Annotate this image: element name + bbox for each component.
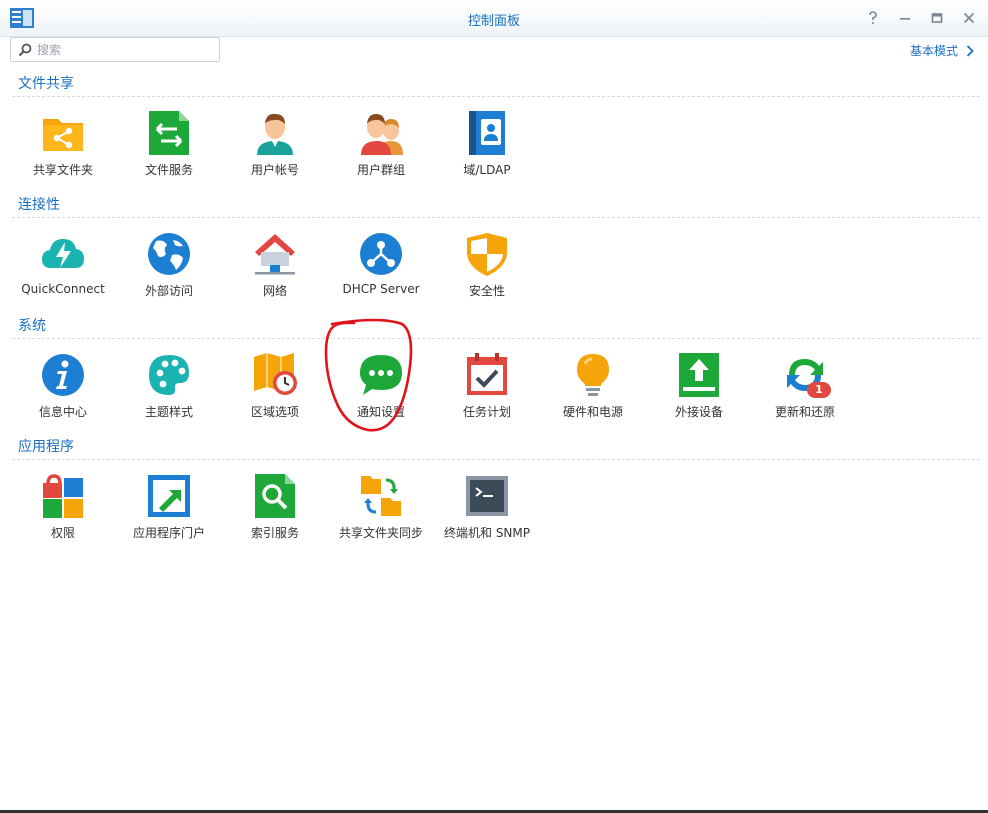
item-external-access[interactable]: 外部访问: [116, 232, 222, 324]
item-label: 用户帐号: [250, 163, 299, 177]
section-title-connectivity: 连接性: [18, 197, 60, 213]
folder-sync-icon: [361, 476, 401, 516]
item-label: 安全性: [468, 284, 505, 298]
user-group-icon: [361, 114, 403, 155]
section-divider: [12, 338, 980, 339]
window-titlebar: 控制面板: [0, 0, 988, 37]
item-quickconnect[interactable]: QuickConnect: [10, 232, 116, 324]
privileges-lock-icon: [43, 474, 83, 518]
item-file-services[interactable]: 文件服务: [116, 111, 222, 203]
user-icon: [257, 113, 293, 155]
item-info-center[interactable]: 信息中心: [10, 353, 116, 445]
dhcp-network-icon: [360, 233, 402, 275]
item-label: 用户群组: [356, 163, 405, 177]
item-label: 外部访问: [144, 284, 193, 298]
close-button[interactable]: [958, 8, 980, 28]
item-task-scheduler[interactable]: 任务计划: [434, 353, 540, 445]
item-label: 网络: [262, 284, 287, 298]
section-title-system: 系统: [18, 318, 46, 334]
shared-folder-icon: [43, 119, 83, 151]
basic-mode-link[interactable]: 基本模式: [910, 42, 974, 59]
update-count-badge: 1: [807, 382, 831, 398]
help-icon: [869, 11, 877, 24]
maximize-icon: [931, 13, 943, 23]
info-icon: [42, 354, 84, 396]
section-title-file-sharing: 文件共享: [18, 76, 74, 92]
search-document-icon: [255, 474, 295, 518]
search-box[interactable]: [10, 37, 220, 62]
window-title: 控制面板: [467, 14, 520, 29]
item-label: 硬件和电源: [562, 405, 623, 419]
maximize-button[interactable]: [926, 8, 948, 28]
item-shared-folder-sync[interactable]: 共享文件夹同步: [328, 474, 434, 566]
item-label: 域/LDAP: [463, 163, 511, 177]
item-label: 通知设置: [356, 405, 405, 419]
palette-icon: [149, 355, 189, 395]
item-security[interactable]: 安全性: [434, 232, 540, 324]
item-user-groups[interactable]: 用户群组: [328, 111, 434, 203]
close-icon: [963, 12, 975, 24]
item-dhcp-server[interactable]: DHCP Server: [328, 232, 434, 324]
shield-icon: [467, 233, 507, 276]
item-indexing-service[interactable]: 索引服务: [222, 474, 328, 566]
search-input[interactable]: [37, 41, 212, 58]
terminal-icon: [466, 476, 508, 516]
item-label: 共享文件夹: [32, 163, 93, 177]
minimize-icon: [900, 18, 910, 20]
item-update-restore[interactable]: 1 更新和还原: [752, 353, 858, 445]
update-count: 1: [815, 383, 823, 396]
section-divider: [12, 217, 980, 218]
item-regional-options[interactable]: 区域选项: [222, 353, 328, 445]
item-network[interactable]: 网络: [222, 232, 328, 324]
item-privileges[interactable]: 权限: [10, 474, 116, 566]
search-icon: [18, 43, 32, 57]
item-label: 区域选项: [250, 405, 299, 419]
directory-book-icon: [469, 111, 505, 155]
map-clock-icon: [254, 353, 297, 395]
item-label: 权限: [50, 526, 75, 540]
item-notification[interactable]: 通知设置: [328, 353, 434, 445]
calendar-check-icon: [467, 353, 507, 395]
item-domain-ldap[interactable]: 域/LDAP: [434, 111, 540, 203]
item-terminal-snmp[interactable]: 终端机和 SNMP: [434, 474, 540, 566]
item-label: 应用程序门户: [132, 526, 205, 540]
item-hardware-power[interactable]: 硬件和电源: [540, 353, 646, 445]
item-label: QuickConnect: [21, 282, 105, 296]
file-services-icon: [149, 111, 189, 155]
item-label: 主题样式: [144, 405, 193, 419]
section-divider: [12, 459, 980, 460]
lightbulb-icon: [577, 354, 609, 396]
item-label: 信息中心: [38, 405, 87, 419]
item-external-devices[interactable]: 外接设备: [646, 353, 752, 445]
help-button[interactable]: [862, 8, 884, 28]
portal-arrow-icon: [148, 475, 190, 517]
item-label: 任务计划: [462, 405, 511, 419]
item-shared-folder[interactable]: 共享文件夹: [10, 111, 116, 203]
minimize-button[interactable]: [894, 8, 916, 28]
chevron-right-icon: [966, 44, 974, 57]
section-title-applications: 应用程序: [18, 439, 74, 455]
item-theme[interactable]: 主题样式: [116, 353, 222, 445]
item-label: 终端机和 SNMP: [444, 526, 530, 540]
item-label: 共享文件夹同步: [338, 526, 423, 540]
item-label: 外接设备: [674, 405, 723, 419]
section-divider: [12, 96, 980, 97]
globe-icon: [148, 233, 190, 275]
item-label: 文件服务: [144, 163, 193, 177]
basic-mode-label: 基本模式: [909, 44, 958, 58]
item-label: 索引服务: [250, 526, 299, 540]
item-application-portal[interactable]: 应用程序门户: [116, 474, 222, 566]
network-home-icon: [255, 234, 295, 275]
item-label: 更新和还原: [774, 405, 835, 419]
quickconnect-cloud-icon: [42, 239, 84, 268]
external-device-upload-icon: [679, 353, 719, 397]
item-user-accounts[interactable]: 用户帐号: [222, 111, 328, 203]
item-label: DHCP Server: [342, 282, 420, 296]
chat-bubble-icon: [360, 355, 402, 395]
